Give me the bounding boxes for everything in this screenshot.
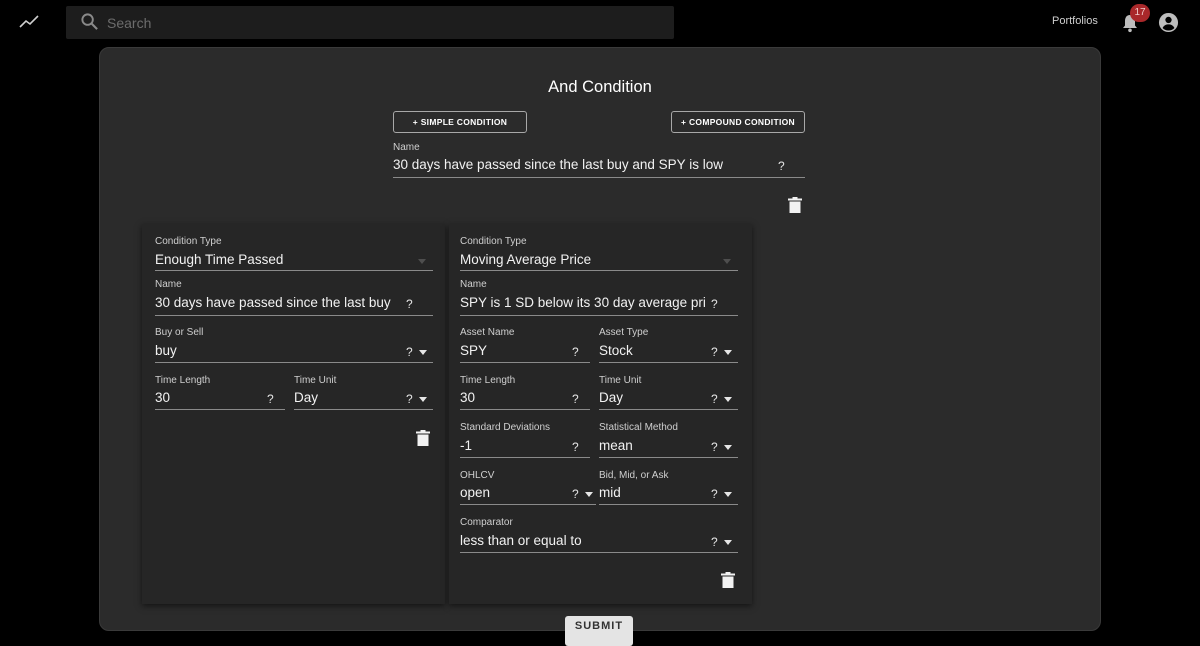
chevron-down-icon[interactable] [724, 350, 732, 355]
condition-type-select[interactable]: Enough Time Passed [155, 252, 405, 267]
condition-card-time-passed [142, 224, 445, 604]
add-compound-condition-button[interactable]: + COMPOUND CONDITION [671, 111, 805, 133]
trash-icon[interactable] [416, 430, 430, 446]
help-icon[interactable]: ? [711, 345, 718, 359]
chevron-down-icon[interactable] [724, 397, 732, 402]
name-label: Name [155, 279, 182, 290]
help-icon[interactable]: ? [406, 392, 413, 406]
buy-or-sell-select[interactable]: buy [155, 343, 395, 358]
name-underline [155, 315, 433, 316]
ohlcv-underline [460, 504, 596, 505]
trending-line-icon[interactable] [18, 10, 40, 32]
help-icon[interactable]: ? [572, 345, 579, 359]
submit-button[interactable]: SUBMIT [565, 616, 633, 646]
standard-deviations-label: Standard Deviations [460, 422, 551, 433]
chevron-down-icon[interactable] [585, 492, 593, 497]
chevron-down-icon[interactable] [724, 492, 732, 497]
trash-icon[interactable] [721, 572, 735, 588]
time-unit-underline [294, 409, 433, 410]
help-icon[interactable]: ? [572, 487, 579, 501]
time-unit-underline [599, 409, 738, 410]
condition-type-select[interactable]: Moving Average Price [460, 252, 710, 267]
name-underline [393, 177, 805, 178]
portfolios-link[interactable]: Portfolios [1052, 15, 1098, 27]
condition-type-label: Condition Type [460, 236, 527, 247]
asset-type-label: Asset Type [599, 327, 649, 338]
time-unit-select[interactable]: Day [599, 390, 699, 405]
asset-name-label: Asset Name [460, 327, 515, 338]
asset-type-underline [599, 362, 738, 363]
asset-name-input[interactable]: SPY [460, 343, 560, 358]
top-bar: Portfolios 17 [0, 0, 1200, 44]
name-label: Name [460, 279, 487, 290]
help-icon[interactable]: ? [711, 392, 718, 406]
help-icon[interactable]: ? [406, 345, 413, 359]
ohlcv-select[interactable]: open [460, 485, 560, 500]
bid-mid-ask-underline [599, 504, 738, 505]
condition-type-underline [460, 270, 738, 271]
asset-type-select[interactable]: Stock [599, 343, 699, 358]
comparator-select[interactable]: less than or equal to [460, 533, 700, 548]
time-length-underline [155, 409, 285, 410]
ohlcv-label: OHLCV [460, 470, 495, 481]
statistical-method-underline [599, 457, 738, 458]
name-underline [460, 315, 738, 316]
help-icon[interactable]: ? [572, 440, 579, 454]
chevron-down-icon[interactable] [419, 350, 427, 355]
chevron-down-icon[interactable] [724, 445, 732, 450]
comparator-label: Comparator [460, 517, 513, 528]
time-length-input[interactable]: 30 [460, 390, 560, 405]
condition-type-underline [155, 270, 433, 271]
chevron-down-icon[interactable] [419, 397, 427, 402]
search-input[interactable] [105, 8, 669, 38]
condition-type-label: Condition Type [155, 236, 222, 247]
trash-icon[interactable] [788, 197, 802, 213]
add-simple-condition-button[interactable]: + SIMPLE CONDITION [393, 111, 527, 133]
page-title: And Condition [548, 78, 652, 96]
time-length-underline [460, 409, 590, 410]
asset-name-underline [460, 362, 590, 363]
name-input[interactable]: 30 days have passed since the last buy a… [393, 157, 763, 172]
time-unit-label: Time Unit [599, 375, 642, 386]
name-input[interactable]: SPY is 1 SD below its 30 day average pri… [460, 295, 706, 310]
standard-deviations-underline [460, 457, 590, 458]
help-icon[interactable]: ? [572, 392, 579, 406]
bid-mid-ask-label: Bid, Mid, or Ask [599, 470, 669, 481]
help-icon[interactable]: ? [711, 535, 718, 549]
chevron-down-icon[interactable] [723, 259, 731, 264]
help-icon[interactable]: ? [711, 440, 718, 454]
time-length-label: Time Length [155, 375, 211, 386]
name-label: Name [393, 142, 420, 153]
help-icon[interactable]: ? [711, 487, 718, 501]
help-icon[interactable]: ? [711, 297, 718, 311]
time-unit-select[interactable]: Day [294, 390, 394, 405]
comparator-underline [460, 552, 738, 553]
time-unit-label: Time Unit [294, 375, 337, 386]
buy-or-sell-underline [155, 362, 433, 363]
bid-mid-ask-select[interactable]: mid [599, 485, 699, 500]
help-icon[interactable]: ? [778, 159, 785, 173]
time-length-input[interactable]: 30 [155, 390, 255, 405]
chevron-down-icon[interactable] [724, 540, 732, 545]
buy-or-sell-label: Buy or Sell [155, 327, 204, 338]
search-icon [81, 13, 98, 30]
time-length-label: Time Length [460, 375, 516, 386]
statistical-method-label: Statistical Method [599, 422, 678, 433]
chevron-down-icon[interactable] [418, 259, 426, 264]
statistical-method-select[interactable]: mean [599, 438, 699, 453]
help-icon[interactable]: ? [267, 392, 274, 406]
standard-deviations-input[interactable]: -1 [460, 438, 560, 453]
help-icon[interactable]: ? [406, 297, 413, 311]
name-input[interactable]: 30 days have passed since the last buy [155, 295, 400, 310]
account-circle-icon[interactable] [1158, 12, 1179, 33]
notification-badge: 17 [1130, 4, 1150, 22]
